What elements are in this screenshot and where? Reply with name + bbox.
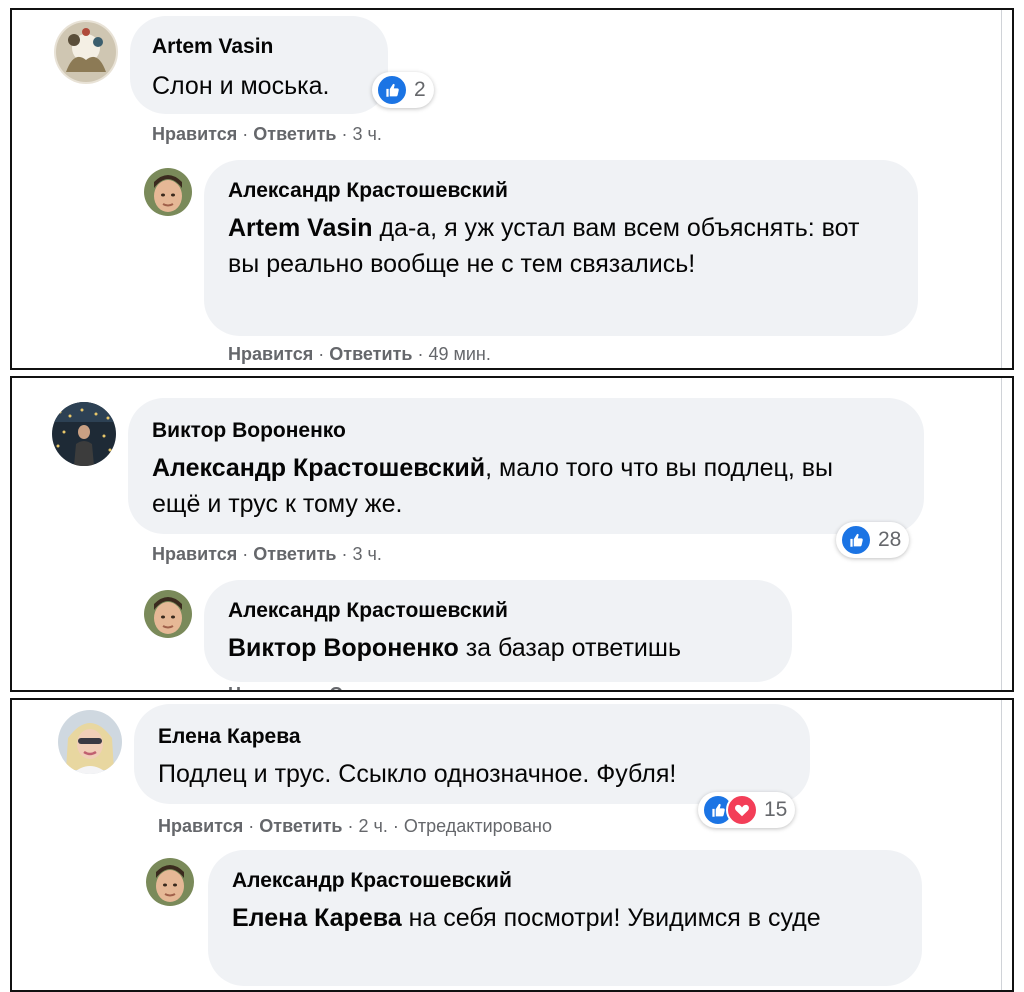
separator: · bbox=[341, 124, 348, 144]
reaction-count: 15 bbox=[764, 798, 788, 821]
reply-actions-cut: Нравится · Ответить bbox=[228, 684, 412, 690]
timestamp[interactable]: 2 ч. bbox=[358, 816, 387, 836]
reaction-count: 2 bbox=[414, 78, 426, 101]
reply-text: Елена Карева на себя посмотри! Увидимся … bbox=[232, 904, 821, 932]
reply-link[interactable]: Ответить bbox=[329, 344, 412, 364]
reply-avatar[interactable] bbox=[144, 168, 192, 216]
separator: · bbox=[341, 544, 348, 564]
avatar[interactable] bbox=[58, 710, 122, 774]
reply-author[interactable]: Александр Крастошевский bbox=[228, 598, 508, 624]
reply-author[interactable]: Александр Крастошевский bbox=[228, 178, 508, 204]
divider bbox=[1001, 700, 1002, 990]
reply-avatar[interactable] bbox=[144, 590, 192, 638]
like-icon bbox=[840, 524, 872, 556]
comment-actions: Нравится · Ответить · 3 ч. bbox=[152, 122, 382, 146]
timestamp[interactable]: 49 мин. bbox=[428, 344, 490, 364]
reply-author[interactable]: Александр Крастошевский bbox=[232, 868, 512, 894]
comment-actions: Нравится · Ответить · 2 ч. · Отредактиро… bbox=[158, 814, 552, 838]
reply-actions: Нравится · Ответить · 49 мин. bbox=[228, 342, 491, 366]
edited-label[interactable]: Отредактировано bbox=[404, 816, 552, 836]
reaction-badge[interactable]: 28 bbox=[836, 522, 910, 558]
separator: · bbox=[392, 816, 399, 836]
reaction-badge[interactable]: 15 bbox=[698, 792, 796, 828]
separator: · bbox=[242, 124, 249, 144]
reply-link[interactable]: Ответить bbox=[253, 124, 336, 144]
like-link[interactable]: Нравится bbox=[152, 124, 237, 144]
comment-text: Подлец и трус. Ссыкло однозначное. Фубля… bbox=[158, 760, 677, 788]
comment-thread-2: Виктор Вороненко Александр Крастошевский… bbox=[10, 376, 1014, 692]
mention-link[interactable]: Artem Vasin bbox=[228, 214, 373, 242]
divider bbox=[1001, 10, 1002, 368]
timestamp[interactable]: 3 ч. bbox=[352, 544, 381, 564]
like-icon bbox=[376, 74, 408, 106]
comment-thread-1: Artem Vasin Слон и моська. 2 Нравится · … bbox=[10, 8, 1014, 370]
separator: · bbox=[347, 816, 354, 836]
comment-author[interactable]: Artem Vasin bbox=[152, 34, 273, 60]
comment-author[interactable]: Виктор Вороненко bbox=[152, 418, 346, 444]
love-icon bbox=[726, 794, 758, 826]
reply-text: Artem Vasin да-а, я уж устал вам всем об… bbox=[228, 214, 860, 278]
separator: · bbox=[318, 344, 325, 364]
avatar[interactable] bbox=[52, 402, 116, 466]
reply-text: Виктор Вороненко за базар ответишь bbox=[228, 634, 681, 662]
like-link[interactable]: Нравится bbox=[228, 344, 313, 364]
mention-link[interactable]: Виктор Вороненко bbox=[228, 634, 459, 662]
reply-avatar[interactable] bbox=[146, 858, 194, 906]
mention-link[interactable]: Александр Крастошевский bbox=[152, 454, 485, 482]
reply-link[interactable]: Ответить bbox=[259, 816, 342, 836]
comment-author[interactable]: Елена Карева bbox=[158, 724, 301, 750]
comment-thread-3: Елена Карева Подлец и трус. Ссыкло одноз… bbox=[10, 698, 1014, 992]
separator: · bbox=[417, 344, 424, 364]
separator: · bbox=[242, 544, 249, 564]
avatar[interactable] bbox=[54, 20, 118, 84]
comment-text: Александр Крастошевский, мало того что в… bbox=[152, 454, 834, 518]
separator: · bbox=[248, 816, 255, 836]
timestamp[interactable]: 3 ч. bbox=[352, 124, 381, 144]
comment-actions: Нравится · Ответить · 3 ч. bbox=[152, 542, 382, 566]
like-link[interactable]: Нравится bbox=[158, 816, 243, 836]
reaction-count: 28 bbox=[878, 528, 902, 551]
comment-text: Слон и моська. bbox=[152, 72, 330, 100]
mention-link[interactable]: Елена Карева bbox=[232, 904, 402, 932]
reply-link[interactable]: Ответить bbox=[253, 544, 336, 564]
like-link[interactable]: Нравится bbox=[152, 544, 237, 564]
reaction-badge[interactable]: 2 bbox=[372, 72, 434, 108]
divider bbox=[1001, 378, 1002, 690]
